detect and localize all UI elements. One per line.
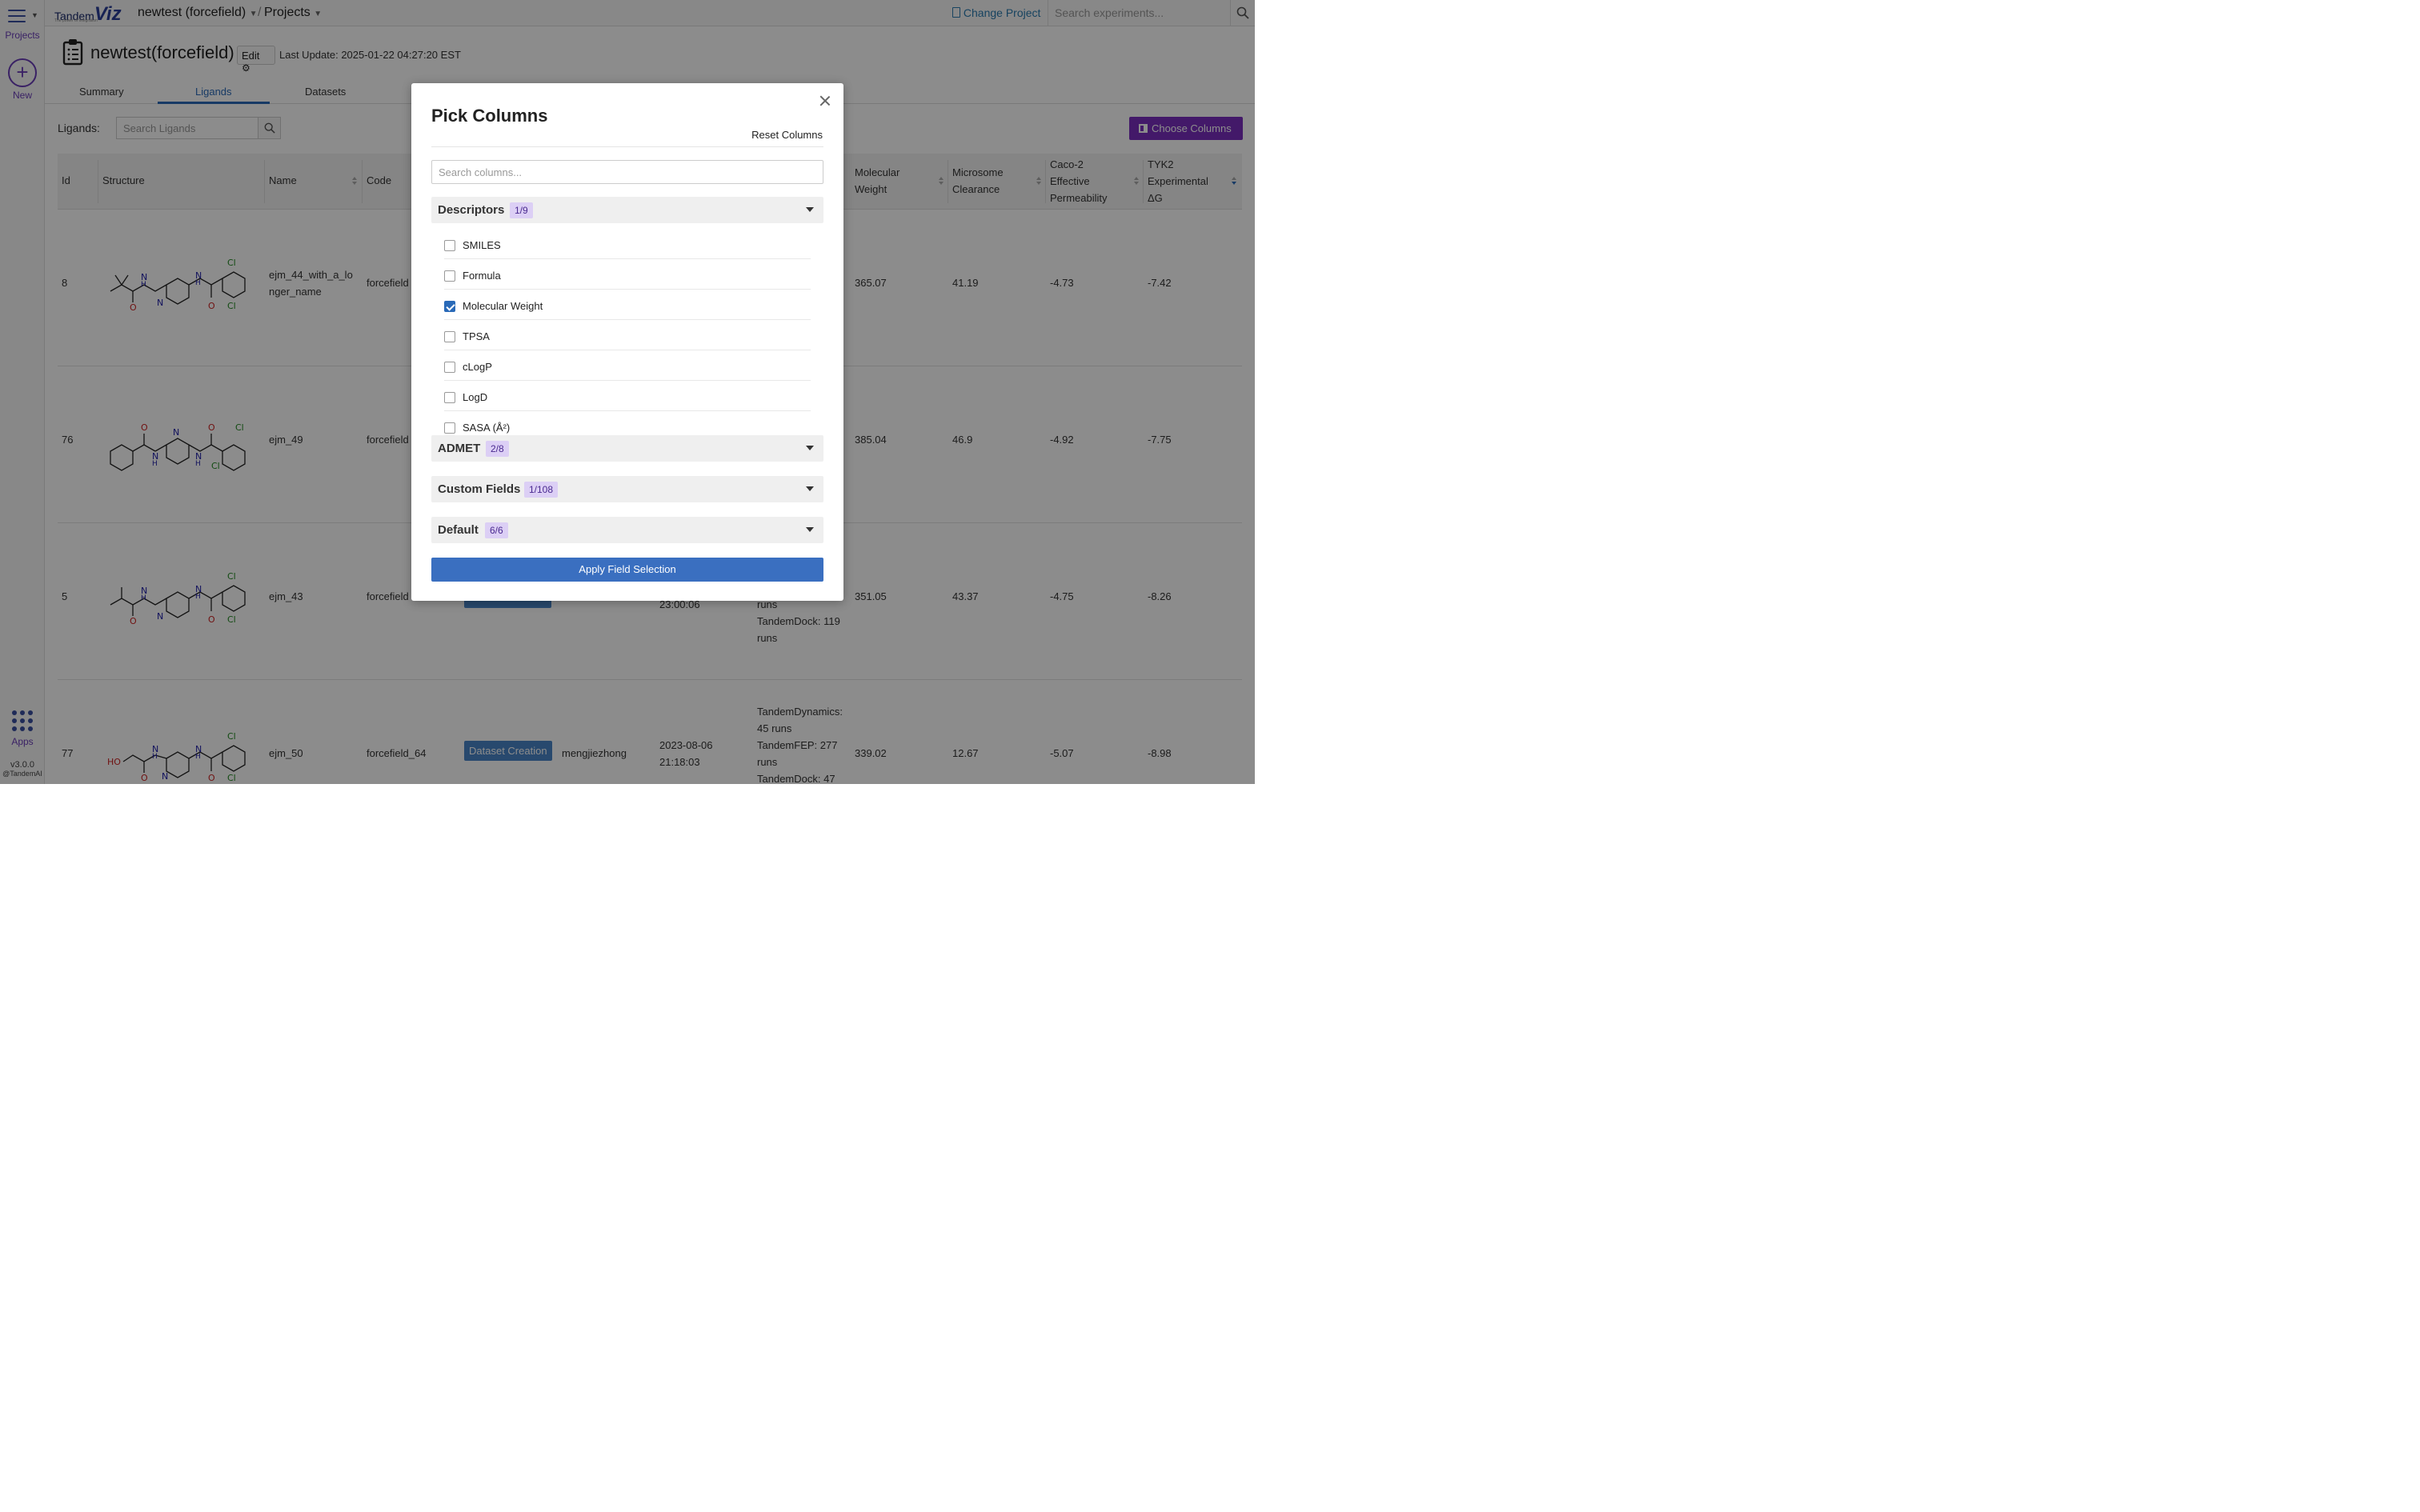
option-label: LogD: [463, 391, 488, 403]
group-default[interactable]: Default 6/6: [431, 517, 823, 543]
option-label: SASA (Å²): [463, 422, 511, 434]
chevron-down-icon[interactable]: [806, 446, 814, 450]
column-option-molecular-weight[interactable]: Molecular Weight: [444, 290, 811, 320]
option-label: cLogP: [463, 361, 492, 373]
option-label: Molecular Weight: [463, 300, 543, 312]
group-count-badge: 2/8: [486, 441, 509, 457]
apply-field-selection-button[interactable]: Apply Field Selection: [431, 558, 823, 582]
group-name: ADMET: [438, 442, 481, 455]
group-count-badge: 1/9: [510, 202, 533, 218]
pick-columns-modal: Pick Columns Reset Columns Search column…: [411, 83, 843, 601]
checkbox[interactable]: [444, 240, 455, 251]
checkbox[interactable]: [444, 362, 455, 373]
column-search-input[interactable]: Search columns...: [431, 160, 823, 184]
group-name: Descriptors: [438, 203, 505, 217]
checkbox[interactable]: [444, 270, 455, 282]
group-count-badge: 1/108: [524, 482, 559, 498]
group-count-badge: 6/6: [485, 522, 508, 538]
modal-title: Pick Columns: [431, 106, 548, 126]
column-option-smiles[interactable]: SMILES: [444, 229, 811, 259]
column-option-sasa[interactable]: SASA (Å²): [444, 411, 811, 434]
checkbox-checked[interactable]: [444, 301, 455, 312]
group-admet[interactable]: ADMET 2/8: [431, 435, 823, 462]
chevron-down-icon[interactable]: [806, 486, 814, 491]
checkbox[interactable]: [444, 392, 455, 403]
group-name: Custom Fields: [438, 482, 521, 496]
group-descriptors[interactable]: Descriptors 1/9: [431, 197, 823, 223]
checkbox[interactable]: [444, 331, 455, 342]
checkbox[interactable]: [444, 422, 455, 434]
column-option-formula[interactable]: Formula: [444, 259, 811, 290]
app-root: ▼ Projects + New Apps v3.0.0 @TandemAI T…: [0, 0, 1255, 784]
modal-divider: [431, 146, 823, 147]
chevron-down-icon[interactable]: [806, 207, 814, 212]
option-label: SMILES: [463, 239, 501, 251]
chevron-down-icon[interactable]: [806, 527, 814, 532]
close-icon[interactable]: [819, 95, 831, 106]
group-custom-fields[interactable]: Custom Fields 1/108: [431, 476, 823, 502]
descriptor-options-list[interactable]: SMILES Formula Molecular Weight TPSA cLo…: [431, 227, 823, 434]
column-option-clogp[interactable]: cLogP: [444, 350, 811, 381]
option-label: TPSA: [463, 330, 490, 342]
option-label: Formula: [463, 270, 501, 282]
group-name: Default: [438, 523, 479, 537]
column-option-logd[interactable]: LogD: [444, 381, 811, 411]
column-option-tpsa[interactable]: TPSA: [444, 320, 811, 350]
reset-columns-button[interactable]: Reset Columns: [751, 129, 823, 141]
